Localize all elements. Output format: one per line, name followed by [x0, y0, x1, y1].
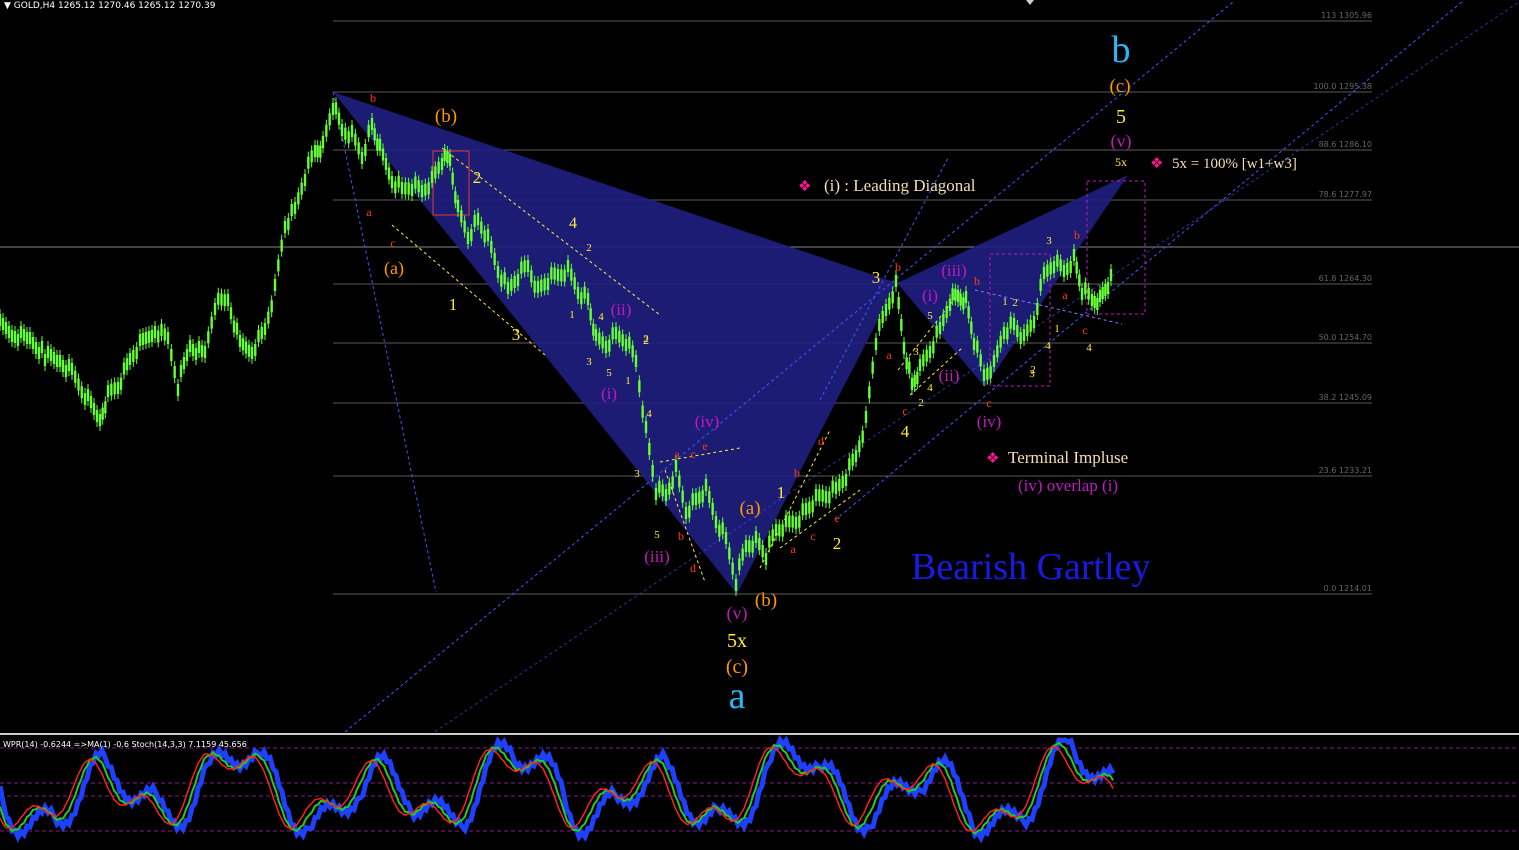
subwave-label: 4 [1045, 340, 1051, 352]
wave-label: (iii) [644, 547, 670, 566]
fib-level-label: 113 1305.96 [1321, 11, 1372, 20]
wave-label: (ii) [611, 300, 632, 319]
subwave-label: 1 [569, 309, 575, 321]
wave-label: d [690, 561, 696, 575]
wave-label: c [1082, 323, 1087, 337]
diamond-icon: ❖ [798, 179, 811, 195]
wave-label: c [902, 404, 907, 418]
fib-level-label: 78.6 1277.97 [1319, 190, 1372, 199]
wave-label: (b) [435, 106, 457, 127]
subwave-label: 4 [927, 382, 933, 394]
wave-label: (a) [739, 498, 760, 519]
diamond-icon: ❖ [986, 451, 999, 467]
wave-label: 5x [1115, 155, 1127, 169]
wave-label: 4 [569, 215, 577, 232]
wave-label: 2 [473, 168, 482, 187]
subwave-label: 3 [634, 468, 640, 480]
wave-label: b [794, 466, 800, 480]
wave-label: 1 [777, 483, 786, 502]
wave-label: e [702, 439, 707, 453]
wave-label: (c) [726, 656, 748, 678]
subwave-label: 2 [643, 333, 649, 345]
wave-label: b [895, 260, 901, 274]
wave-label: (a) [384, 258, 404, 279]
subwave-label: 5 [927, 310, 933, 322]
wave-label: a [366, 205, 372, 219]
wave-label: b [1112, 29, 1131, 71]
wave-label: 5x [727, 630, 747, 652]
wave-label: 2 [833, 534, 842, 553]
subwave-label: 2 [586, 242, 592, 254]
wave-label: (v) [1111, 131, 1132, 152]
overlap-note: (iv) overlap (i) [1018, 476, 1118, 495]
wave-label: 3 [872, 268, 881, 287]
wave-label: (iv) [695, 412, 720, 431]
subwave-label: 3 [913, 346, 919, 358]
subwave-label: 5 [654, 529, 660, 541]
pattern-title: Bearish Gartley [911, 546, 1151, 588]
fib-level-label: 0.0 1214.01 [1324, 584, 1372, 593]
subwave-label: 3 [586, 356, 592, 368]
subwave-label: 4 [598, 311, 604, 323]
wave-label: (i) [601, 384, 617, 403]
wave-label: (b) [755, 590, 777, 611]
fib-level-label: 61.8 1264.30 [1319, 274, 1372, 283]
wave-label: (iv) [977, 412, 1002, 431]
subwave-label: 4 [1086, 342, 1092, 354]
wave-label: b [370, 91, 376, 105]
subwave-label: 3 [1029, 368, 1035, 380]
wave-label: a [886, 348, 892, 362]
target-note: 5x = 100% [w1+w3] [1172, 156, 1297, 172]
wave-label: c [690, 447, 695, 461]
wave-label: a [790, 542, 796, 556]
fib-level-label: 88.6 1286.10 [1319, 140, 1372, 149]
leading-diagonal-note: (i) : Leading Diagonal [824, 176, 976, 195]
subwave-label: 1 [625, 375, 631, 387]
wave-label: (iii) [941, 261, 967, 280]
symbol-header: ▼ GOLD,H4 1265.12 1270.46 1265.12 1270.3… [4, 1, 216, 11]
wave-label: b [974, 274, 980, 288]
wave-label: a [729, 675, 746, 717]
wave-label: e [834, 511, 839, 525]
price-chart[interactable]: 113 1305.96100.0 1295.3888.6 1286.1078.6… [0, 0, 1519, 850]
fib-level-label: 50.0 1254.70 [1319, 333, 1372, 342]
wave-label: (c) [1109, 76, 1130, 97]
terminal-impulse-note: Terminal Impluse [1008, 448, 1128, 467]
menu-triangle-icon[interactable]: ▼ [4, 1, 11, 11]
wave-label: 3 [512, 325, 521, 344]
subwave-label: 2 [918, 397, 924, 409]
fib-level-label: 23.6 1233.21 [1319, 466, 1372, 475]
wave-label: c [810, 529, 815, 543]
wave-label: a [1062, 288, 1068, 302]
wave-label: 1 [449, 295, 458, 314]
subwave-label: 5 [606, 367, 612, 379]
subwave-label: 1 [1054, 323, 1060, 335]
wave-label: (ii) [939, 366, 960, 385]
subwave-label: 3 [1046, 235, 1052, 247]
wave-label: (i) [922, 286, 938, 305]
wave-label: 5 [1116, 106, 1126, 128]
wave-label: d [818, 434, 824, 448]
wave-label: a [674, 447, 680, 461]
wave-label: b [678, 529, 684, 543]
fib-level-label: 38.2 1245.09 [1319, 393, 1372, 402]
wave-label: b [1074, 228, 1080, 242]
subwave-label: 1 [1002, 296, 1008, 308]
subwave-label: 2 [1012, 297, 1018, 309]
wave-label: c [986, 396, 991, 410]
wave-label: c [390, 236, 395, 250]
wave-label: (v) [727, 603, 748, 624]
subwave-label: 4 [646, 408, 652, 420]
diamond-icon: ❖ [1150, 156, 1163, 172]
indicator-label: WPR(14) -0.6244 =>MA(1) -0.6 Stoch(14,3,… [3, 740, 247, 749]
wave-label: 4 [901, 422, 910, 441]
